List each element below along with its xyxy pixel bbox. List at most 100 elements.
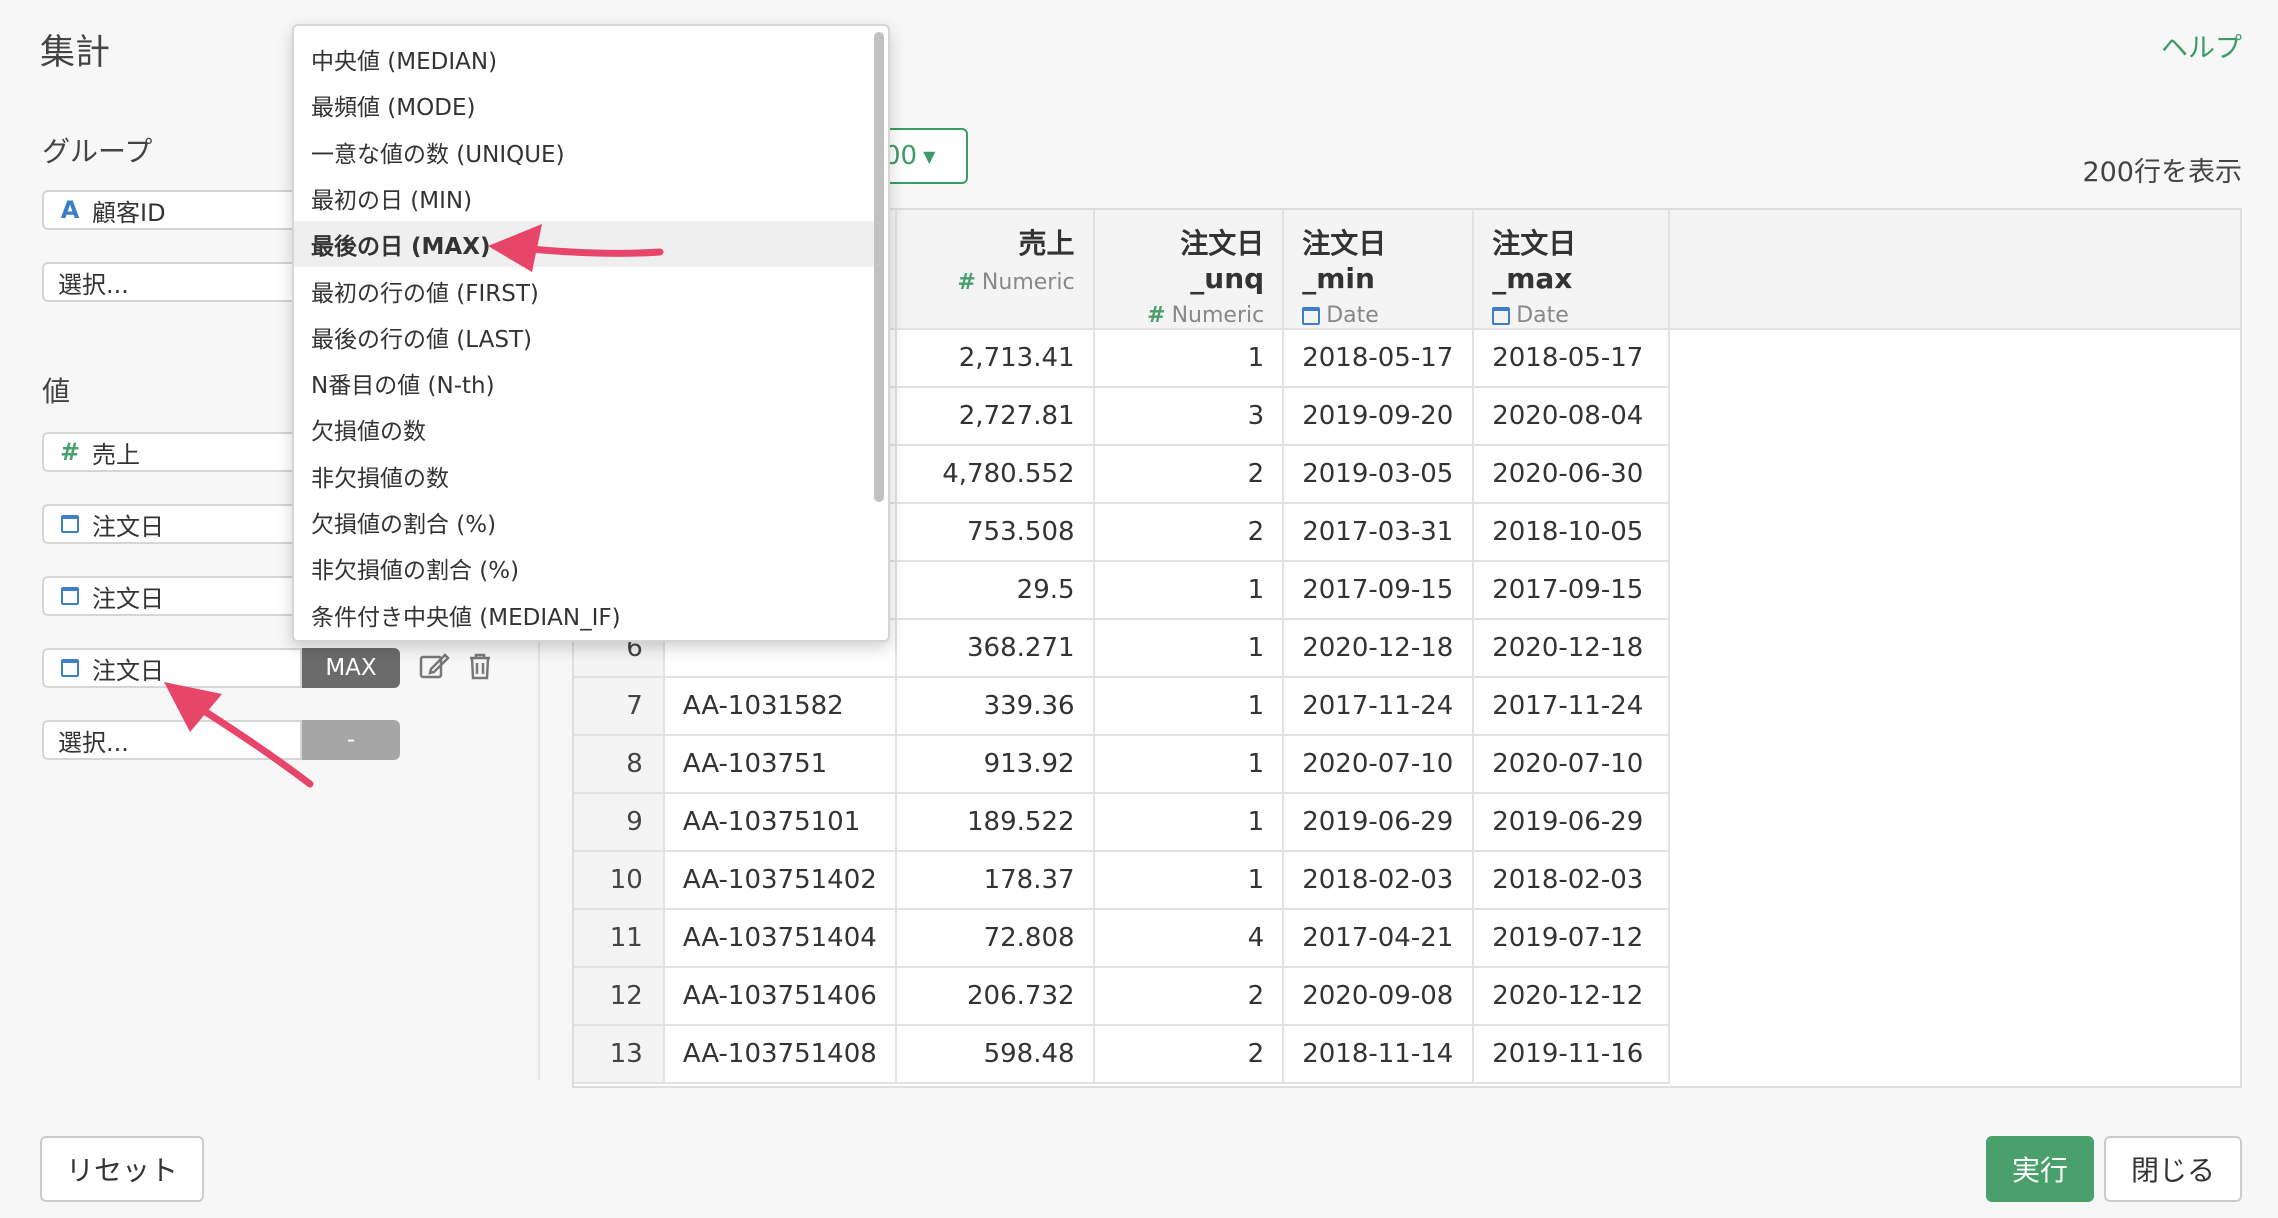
calendar-icon <box>58 659 82 677</box>
table-cell: AA-10375101 <box>663 793 897 852</box>
table-cell: 598.48 <box>895 1025 1095 1084</box>
dropdown-item[interactable]: 中央値 (MEDIAN) <box>294 36 874 82</box>
run-button[interactable]: 実行 <box>1986 1136 2094 1202</box>
table-cell: AA-103751404 <box>663 909 897 968</box>
table-cell: 1 <box>1093 793 1285 852</box>
edit-icon[interactable] <box>418 650 450 682</box>
column-header-order-min[interactable]: 注文日_min Date <box>1283 210 1475 330</box>
table-row: 7 AA-1031582 339.36 1 2017-11-24 2017-11-24 <box>574 677 2240 736</box>
text-type-icon: A <box>60 196 80 224</box>
table-cell: 2 <box>1093 967 1285 1026</box>
empty-cell <box>1669 619 2240 677</box>
table-cell: AA-103751402 <box>663 851 897 910</box>
table-cell: 2017-11-24 <box>1473 677 1671 736</box>
table-cell: 206.732 <box>895 967 1095 1026</box>
table-cell: 913.92 <box>895 735 1095 794</box>
row-index: 7 <box>574 677 665 736</box>
row-index: 12 <box>574 967 665 1026</box>
table-cell: 4 <box>1093 909 1285 968</box>
table-row: 10 AA-103751402 178.37 1 2018-02-03 2018-02-0… <box>574 851 2240 910</box>
table-cell: 1 <box>1093 677 1285 736</box>
table-cell: 2020-12-12 <box>1473 967 1671 1026</box>
table-row: 13 AA-103751408 598.48 2 2018-11-14 2019-11-1… <box>574 1025 2240 1084</box>
empty-cell <box>1669 735 2240 793</box>
table-cell: 2018-11-14 <box>1283 1025 1475 1084</box>
reset-button[interactable]: リセット <box>40 1136 204 1202</box>
table-row: 11 AA-103751404 72.808 4 2017-04-21 2019-07-1… <box>574 909 2240 968</box>
dropdown-item[interactable]: N番目の値 (N-th) <box>294 360 874 406</box>
table-cell: 189.522 <box>895 793 1095 852</box>
table-cell: 2 <box>1093 1025 1285 1084</box>
table-cell: 339.36 <box>895 677 1095 736</box>
column-header-order-max[interactable]: 注文日_max Date <box>1473 210 1671 330</box>
table-cell: 3 <box>1093 387 1285 446</box>
table-cell: 2018-02-03 <box>1473 851 1671 910</box>
table-cell: 2020-08-04 <box>1473 387 1671 446</box>
empty-cell <box>1669 851 2240 909</box>
table-cell: 2017-09-15 <box>1473 561 1671 620</box>
table-cell: 2,727.81 <box>895 387 1095 446</box>
table-row: 9 AA-10375101 189.522 1 2019-06-29 2019-06-29 <box>574 793 2240 852</box>
table-cell: 2018-02-03 <box>1283 851 1475 910</box>
table-cell: 1 <box>1093 851 1285 910</box>
dropdown-item[interactable]: 最後の行の値 (LAST) <box>294 314 874 360</box>
table-cell: 2019-03-05 <box>1283 445 1475 504</box>
dropdown-scrollbar[interactable] <box>874 32 884 502</box>
dropdown-item[interactable]: 最頻値 (MODE) <box>294 82 874 128</box>
empty-cell <box>1669 387 2240 445</box>
column-header-order-unq[interactable]: 注文日_unq # Numeric <box>1093 210 1285 330</box>
calendar-icon <box>58 587 82 605</box>
value-field-order-date-1[interactable]: 注文日 <box>42 504 302 544</box>
table-cell: 753.508 <box>895 503 1095 562</box>
empty-cell <box>1669 793 2240 851</box>
table-cell: 368.271 <box>895 619 1095 678</box>
table-cell: 2017-03-31 <box>1283 503 1475 562</box>
dropdown-item[interactable]: 非欠損値の割合 (%) <box>294 545 874 591</box>
empty-cell <box>1669 1025 2240 1083</box>
close-button[interactable]: 閉じる <box>2104 1136 2242 1202</box>
table-cell: 1 <box>1093 619 1285 678</box>
column-type: Date <box>1326 303 1379 328</box>
table-cell: 2020-06-30 <box>1473 445 1671 504</box>
numeric-type-icon: # <box>957 270 976 295</box>
table-cell: 2019-09-20 <box>1283 387 1475 446</box>
dropdown-item[interactable]: 非欠損値の数 <box>294 453 874 499</box>
row-index: 11 <box>574 909 665 968</box>
table-cell: 2019-07-12 <box>1473 909 1671 968</box>
empty-cell <box>1669 909 2240 967</box>
dropdown-item[interactable]: 欠損値の数 <box>294 406 874 452</box>
group-field-customer-id[interactable]: A 顧客ID <box>42 190 302 230</box>
row-index: 10 <box>574 851 665 910</box>
dropdown-item[interactable]: 条件付き中央値 (MEDIAN_IF) <box>294 592 874 638</box>
table-cell: 2017-11-24 <box>1283 677 1475 736</box>
value-field-order-date-2[interactable]: 注文日 <box>42 576 302 616</box>
column-name: 注文日_unq <box>1180 227 1265 295</box>
empty-cell <box>1669 445 2240 503</box>
trash-icon[interactable] <box>464 650 496 682</box>
value-field-label: 売上 <box>92 440 140 469</box>
table-cell: 2020-07-10 <box>1283 735 1475 794</box>
help-link[interactable]: ヘルプ <box>2161 26 2242 65</box>
group-field-label: 顧客ID <box>92 198 166 227</box>
table-cell: AA-103751 <box>663 735 897 794</box>
value-field-sales[interactable]: # 売上 <box>42 432 302 472</box>
table-cell: 2017-09-15 <box>1283 561 1475 620</box>
table-cell: 2017-04-21 <box>1283 909 1475 968</box>
dropdown-item[interactable]: 欠損値の割合 (%) <box>294 499 874 545</box>
caret-down-icon: ▼ <box>923 146 936 166</box>
table-cell: 29.5 <box>895 561 1095 620</box>
table-cell: 2020-12-18 <box>1283 619 1475 678</box>
table-cell: 2 <box>1093 503 1285 562</box>
numeric-type-icon: # <box>59 438 81 466</box>
dropdown-item[interactable]: 一意な値の数 (UNIQUE) <box>294 129 874 175</box>
column-name: 売上 <box>1018 227 1075 260</box>
group-select-field[interactable]: 選択... <box>42 262 302 302</box>
empty-cell <box>1669 329 2240 387</box>
table-cell: 1 <box>1093 561 1285 620</box>
row-index: 13 <box>574 1025 665 1084</box>
table-cell: 1 <box>1093 735 1285 794</box>
rows-shown-count: 200行を表示 <box>2082 157 2242 188</box>
calendar-icon <box>1492 306 1511 325</box>
column-header-sales[interactable]: 売上 # Numeric <box>895 210 1095 330</box>
group-label: グループ <box>42 135 153 168</box>
